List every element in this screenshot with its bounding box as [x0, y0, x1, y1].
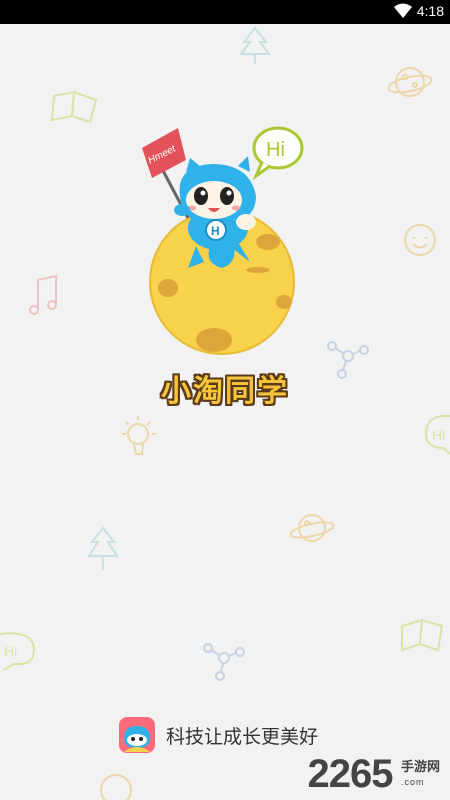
wifi-icon — [394, 3, 412, 18]
hi-bubble-icon: Hi — [424, 414, 450, 455]
watermark: 2265 手游网 .com — [308, 752, 440, 797]
slogan: 科技让成长更美好 — [166, 726, 319, 748]
badge-letter: H — [211, 224, 220, 238]
music-note-icon — [29, 274, 57, 315]
app-icon — [119, 717, 155, 753]
tree-icon — [239, 26, 271, 64]
watermark-number: 2265 — [307, 752, 394, 796]
molecule-icon — [327, 341, 369, 379]
smiley-icon — [404, 224, 436, 256]
speech-text: Hi — [266, 139, 285, 161]
book-icon — [401, 618, 444, 652]
mascot-illustration: Hmeet Hi H — [142, 126, 304, 355]
hi-bubble-icon: Hi — [0, 632, 36, 671]
status-time: 4:18 — [416, 3, 444, 19]
speech-bubble: Hi — [252, 126, 304, 181]
watermark-text: 手游网 — [400, 759, 440, 774]
tree-icon — [87, 526, 119, 570]
lightbulb-icon — [122, 416, 156, 455]
hi-bubble-text: Hi — [4, 643, 17, 659]
molecule-icon — [203, 643, 245, 681]
hi-bubble-text: Hi — [432, 427, 445, 443]
planet-icon — [387, 67, 433, 97]
status-bar: 4:18 — [0, 0, 450, 24]
smiley-icon — [100, 774, 132, 800]
watermark-sub: .com — [400, 777, 425, 787]
book-icon — [50, 90, 98, 124]
planet-icon — [289, 514, 335, 542]
app-name-logo: 小淘同学 — [161, 374, 289, 409]
